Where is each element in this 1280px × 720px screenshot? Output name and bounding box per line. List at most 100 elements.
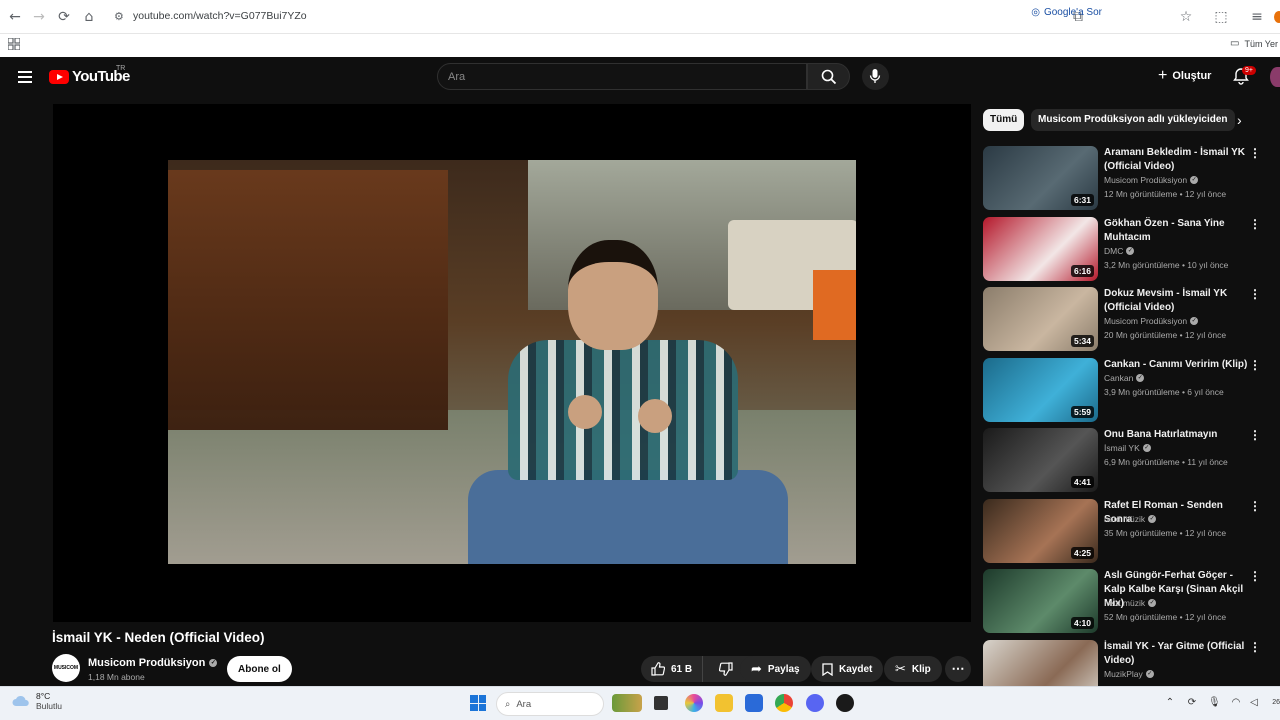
more-vertical-icon[interactable]: ⋮ xyxy=(1249,217,1261,231)
profile-avatar[interactable] xyxy=(1274,11,1280,23)
back-icon[interactable]: ← xyxy=(6,8,24,26)
create-label: Oluştur xyxy=(1172,70,1212,82)
channel-name: Musicom Prodüksiyon xyxy=(88,657,206,669)
like-button[interactable]: 61 B xyxy=(641,656,704,682)
youtube-header: YouTube TR + Oluştur 9+ xyxy=(0,57,1280,97)
store-icon[interactable] xyxy=(745,694,763,712)
subscribe-button[interactable]: Abone ol xyxy=(227,656,292,682)
recommendation-title[interactable]: Onu Bana Hatırlatmayın xyxy=(1104,428,1250,442)
channel-label: netd müzik xyxy=(1104,514,1146,524)
video-thumbnail[interactable]: 6:31 xyxy=(983,146,1098,210)
app-icon[interactable] xyxy=(836,694,854,712)
search-button[interactable] xyxy=(807,63,850,90)
recommendation-item[interactable]: 6:31 Aramanı Bekledim - İsmail YK (Offici… xyxy=(983,146,1280,212)
chevron-up-icon[interactable]: ⌃ xyxy=(1164,697,1176,709)
recommendation-channel[interactable]: Musicom Prodüksiyon ✓ xyxy=(1104,175,1199,185)
video-thumbnail[interactable]: 4:25 xyxy=(983,499,1098,563)
recommendation-title[interactable]: Aramanı Bekledim - İsmail YK (Official V… xyxy=(1104,146,1250,174)
reading-list-icon[interactable]: ≡ xyxy=(1248,8,1266,26)
video-thumbnail[interactable]: 5:34 xyxy=(983,287,1098,351)
video-thumbnail[interactable]: 5:59 xyxy=(983,358,1098,422)
save-button[interactable]: Kaydet xyxy=(811,656,884,682)
channel-name-link[interactable]: Musicom Prodüksiyon ✓ xyxy=(88,657,218,669)
more-vertical-icon[interactable]: ⋮ xyxy=(1249,569,1261,583)
recommendation-channel[interactable]: Musicom Prodüksiyon ✓ xyxy=(1104,316,1199,326)
sync-icon[interactable]: ⟳ xyxy=(1186,697,1198,709)
video-player[interactable] xyxy=(53,104,971,622)
verified-icon: ✓ xyxy=(1126,247,1135,255)
recommendation-channel[interactable]: Cankan ✓ xyxy=(1104,373,1145,383)
dislike-button[interactable] xyxy=(709,656,743,682)
wifi-icon[interactable]: ◠ xyxy=(1230,697,1242,709)
recommendation-title[interactable]: Gökhan Özen - Sana Yine Muhtacım xyxy=(1104,217,1250,245)
widgets-icon[interactable] xyxy=(612,694,642,712)
duration-badge: 6:16 xyxy=(1070,265,1094,277)
forward-icon[interactable]: → xyxy=(30,8,48,26)
clip-button[interactable]: ✂ Klip xyxy=(884,656,942,682)
microphone-tray-icon[interactable]: 🎙 xyxy=(1208,697,1221,709)
chip-uploader[interactable]: Musicom Prodüksiyon adlı yükleyiciden xyxy=(1031,109,1235,131)
chrome-icon[interactable] xyxy=(775,694,793,712)
menu-icon[interactable] xyxy=(18,71,32,83)
copilot-icon[interactable] xyxy=(685,694,703,712)
recommendation-meta: 3,9 Mn görüntüleme • 6 yıl önce xyxy=(1104,387,1224,397)
voice-search-button[interactable] xyxy=(862,63,889,90)
volume-icon[interactable]: ◁ xyxy=(1248,697,1260,709)
all-bookmarks-button[interactable]: ▭ Tüm Yer xyxy=(1230,38,1278,49)
channel-avatar[interactable]: MUSICOM xyxy=(52,654,80,682)
recommendation-channel[interactable]: İsmail YK ✓ xyxy=(1104,443,1151,453)
recommendation-channel[interactable]: netd müzik ✓ xyxy=(1104,598,1157,608)
start-button[interactable] xyxy=(470,695,486,711)
bookmark-star-icon[interactable]: ☆ xyxy=(1177,8,1195,26)
account-avatar[interactable] xyxy=(1270,67,1280,87)
recommendation-item[interactable]: 5:34 Dokuz Mevsim - İsmail YK (Official V… xyxy=(983,287,1280,353)
video-thumbnail[interactable]: 4:10 xyxy=(983,569,1098,633)
recommendation-meta: 35 Mn görüntüleme • 12 yıl önce xyxy=(1104,528,1227,538)
more-vertical-icon[interactable]: ⋮ xyxy=(1249,358,1261,372)
more-vertical-icon[interactable]: ⋮ xyxy=(1249,146,1261,160)
google-lens-icon: ◎ xyxy=(1031,7,1040,18)
more-actions-button[interactable]: ⋯ xyxy=(945,656,971,682)
video-thumbnail[interactable]: 6:16 xyxy=(983,217,1098,281)
file-explorer-icon[interactable] xyxy=(715,694,733,712)
site-info-icon[interactable]: ⚙ xyxy=(114,10,127,23)
video-thumbnail[interactable]: 4:41 xyxy=(983,428,1098,492)
verified-icon: ✓ xyxy=(1148,599,1157,607)
chevron-right-icon[interactable]: › xyxy=(1237,112,1242,128)
taskbar-search[interactable]: ⌕ Ara xyxy=(496,692,604,716)
more-vertical-icon[interactable]: ⋮ xyxy=(1249,499,1261,513)
video-frame[interactable] xyxy=(168,160,856,564)
task-view-icon[interactable] xyxy=(654,696,668,710)
google-ask-button[interactable]: ◎ Google'a Sor xyxy=(1031,7,1102,18)
share-button[interactable]: ➦ Paylaş xyxy=(740,656,811,682)
recommendation-channel[interactable]: DMC ✓ xyxy=(1104,246,1135,256)
verified-icon: ✓ xyxy=(1190,176,1199,184)
weather-widget[interactable]: 8°C Bulutlu xyxy=(12,691,62,711)
youtube-logo[interactable]: YouTube TR xyxy=(49,65,130,85)
create-button[interactable]: + Oluştur xyxy=(1158,67,1211,85)
recommendation-meta: 12 Mn görüntüleme • 12 yıl önce xyxy=(1104,189,1227,199)
recommendation-title[interactable]: İsmail YK - Yar Gitme (Official Video) xyxy=(1104,640,1250,668)
clock[interactable]: 26 xyxy=(1272,699,1280,706)
share-icon: ➦ xyxy=(751,661,762,677)
discord-icon[interactable] xyxy=(806,694,824,712)
home-icon[interactable]: ⌂ xyxy=(80,8,98,26)
more-vertical-icon[interactable]: ⋮ xyxy=(1249,428,1261,442)
chip-all[interactable]: Tümü xyxy=(983,109,1025,131)
extensions-icon[interactable]: ⬚ xyxy=(1212,8,1230,26)
reload-icon[interactable]: ⟳ xyxy=(55,8,73,26)
recommendation-title[interactable]: Cankan - Canımı Veririm (Klip) xyxy=(1104,358,1250,372)
more-horizontal-icon: ⋯ xyxy=(951,661,965,676)
more-vertical-icon[interactable]: ⋮ xyxy=(1249,640,1261,654)
apps-grid-icon[interactable] xyxy=(8,38,20,50)
recommendation-title[interactable]: Dokuz Mevsim - İsmail YK (Official Video… xyxy=(1104,287,1250,315)
search-input[interactable] xyxy=(448,71,788,83)
recommendation-channel[interactable]: MuzikPlay ✓ xyxy=(1104,669,1154,679)
more-vertical-icon[interactable]: ⋮ xyxy=(1249,287,1261,301)
recommendation-item[interactable]: 5:59 Cankan - Canımı Veririm (Klip) Cankan… xyxy=(983,358,1280,424)
recommendation-item[interactable]: 4:25 Rafet El Roman - Senden Sonra netd mü… xyxy=(983,499,1280,565)
recommendation-channel[interactable]: netd müzik ✓ xyxy=(1104,514,1157,524)
recommendation-item[interactable]: 4:10 Aslı Güngör-Ferhat Göçer - Kalp Kalb… xyxy=(983,569,1280,635)
recommendation-item[interactable]: 6:16 Gökhan Özen - Sana Yine Muhtacım DMC ✓… xyxy=(983,217,1280,283)
recommendation-item[interactable]: 4:41 Onu Bana Hatırlatmayın İsmail YK ✓ 6,9 … xyxy=(983,428,1280,494)
